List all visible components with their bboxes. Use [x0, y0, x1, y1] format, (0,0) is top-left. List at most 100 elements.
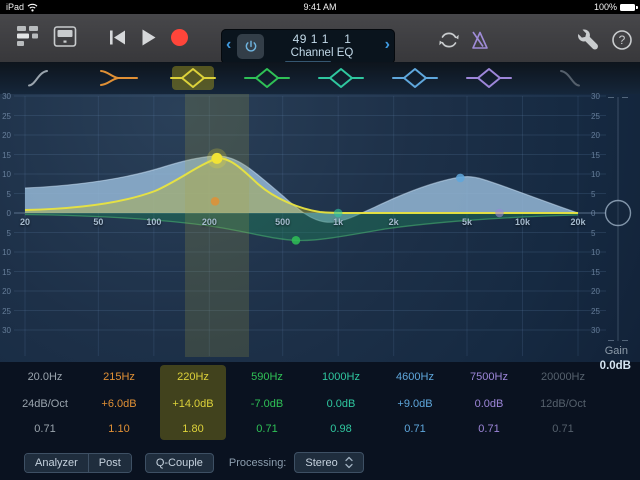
band-4-params[interactable]: 590Hz -7.0dB 0.71 [230, 362, 304, 445]
q-couple-button[interactable]: Q-Couple [145, 453, 214, 473]
band-7-gain[interactable]: 0.0dB [452, 398, 526, 410]
band-3-params[interactable]: 220Hz +14.0dB 1.80 [156, 362, 230, 445]
next-plugin-chevron[interactable]: › [385, 35, 390, 55]
band-7-type-button[interactable] [468, 66, 510, 90]
eq-plot [0, 94, 640, 362]
band-8-params[interactable]: 20000Hz 12dB/Oct 0.71 [526, 362, 600, 445]
freq-tick: 500 [269, 217, 297, 227]
plugin-name: Channel EQ [265, 47, 379, 59]
analyzer-button[interactable]: Analyzer [25, 454, 88, 472]
freq-tick: 20k [564, 217, 592, 227]
band-2-handle[interactable] [211, 197, 220, 206]
band-3-frequency[interactable]: 220Hz [156, 371, 230, 383]
db-tick-left: 25 [0, 112, 11, 121]
tracks-view-icon[interactable] [16, 25, 40, 48]
clock: 9:41 AM [0, 2, 640, 12]
band-2-params[interactable]: 215Hz +6.0dB 1.10 [82, 362, 156, 445]
select-chevrons-icon [345, 456, 353, 469]
band-4-gain[interactable]: -7.0dB [230, 398, 304, 410]
band-1-gain[interactable]: 24dB/Oct [8, 398, 82, 410]
band-6-type-button[interactable] [394, 66, 436, 90]
eq-graph[interactable]: 3030252520201515101055005510101515202025… [0, 94, 640, 362]
processing-select[interactable]: Stereo [294, 452, 363, 473]
io-drawer-icon[interactable] [53, 25, 77, 48]
band-1-type-button[interactable] [24, 66, 66, 90]
band-8-gain[interactable]: 12dB/Oct [526, 398, 600, 410]
band-7-frequency[interactable]: 7500Hz [452, 371, 526, 383]
previous-plugin-chevron[interactable]: ‹ [226, 35, 231, 55]
band-6-frequency[interactable]: 4600Hz [378, 371, 452, 383]
post-button[interactable]: Post [88, 454, 131, 472]
analyzer-segment-group: Analyzer Post [24, 453, 132, 473]
band-5-q-factor[interactable]: 0.98 [304, 423, 378, 435]
play-button[interactable] [142, 29, 156, 46]
band-4-type-button[interactable] [246, 66, 288, 90]
band-1-q-factor[interactable]: 0.71 [8, 423, 82, 435]
band-2-gain[interactable]: +6.0dB [82, 398, 156, 410]
footer-bar: Analyzer Post Q-Couple Processing: Stere… [0, 445, 640, 480]
band-6-handle[interactable] [456, 174, 465, 183]
band-3-type-button[interactable] [172, 66, 214, 90]
gain-slider-handle[interactable] [606, 201, 631, 226]
band-8-q-factor[interactable]: 0.71 [526, 423, 600, 435]
band-3-handle[interactable] [211, 153, 222, 164]
db-tick-left: 10 [0, 170, 11, 179]
band-2-q-factor[interactable]: 1.10 [82, 423, 156, 435]
band-6-q-factor[interactable]: 0.71 [378, 423, 452, 435]
band-7-params[interactable]: 7500Hz 0.0dB 0.71 [452, 362, 526, 445]
band-8-frequency[interactable]: 20000Hz [526, 371, 600, 383]
lcd-text[interactable]: 49 1 1 1 Channel EQ [265, 32, 379, 59]
band-1-params[interactable]: 20.0Hz 24dB/Oct 0.71 [8, 362, 82, 445]
freq-tick: 50 [84, 217, 112, 227]
db-tick-left: 5 [0, 229, 11, 238]
band-6-params[interactable]: 4600Hz +9.0dB 0.71 [378, 362, 452, 445]
db-tick-right: 5 [591, 190, 595, 199]
band-5-handle[interactable] [334, 209, 343, 218]
record-button[interactable] [171, 29, 188, 46]
band-3-q-factor[interactable]: 1.80 [156, 423, 230, 435]
help-icon[interactable]: ? [610, 28, 634, 52]
band-5-params[interactable]: 1000Hz 0.0dB 0.98 [304, 362, 378, 445]
db-tick-left: 30 [0, 92, 11, 101]
db-tick-right: 20 [591, 287, 600, 296]
band-4-handle[interactable] [292, 236, 301, 245]
gain-value[interactable]: 0.0dB [600, 360, 631, 372]
band-5-gain[interactable]: 0.0dB [304, 398, 378, 410]
metronome-icon[interactable] [468, 28, 492, 52]
freq-tick: 5k [453, 217, 481, 227]
freq-tick: 2k [380, 217, 408, 227]
db-tick-left: 30 [0, 326, 11, 335]
band-5-frequency[interactable]: 1000Hz [304, 371, 378, 383]
db-tick-left: 20 [0, 287, 11, 296]
band-3-gain[interactable]: +14.0dB [156, 398, 230, 410]
db-tick-left: 0 [0, 209, 11, 218]
band-6-gain[interactable]: +9.0dB [378, 398, 452, 410]
db-tick-right: 10 [591, 248, 600, 257]
rewind-button[interactable] [110, 30, 126, 45]
plugin-power-button[interactable] [237, 34, 264, 59]
band-slot [82, 62, 156, 94]
band-4-q-factor[interactable]: 0.71 [230, 423, 304, 435]
db-tick-left: 15 [0, 268, 11, 277]
band-7-handle[interactable] [495, 209, 504, 218]
wrench-settings-icon[interactable] [577, 28, 599, 51]
db-tick-left: 15 [0, 151, 11, 160]
garageband-channel-eq-screen: iPad 9:41 AM 100% [0, 0, 640, 480]
db-tick-left: 25 [0, 307, 11, 316]
db-tick-right: 25 [591, 307, 600, 316]
highpass-icon [17, 66, 73, 90]
band-5-type-button[interactable] [320, 66, 362, 90]
freq-tick: 1k [324, 217, 352, 227]
band-1-frequency[interactable]: 20.0Hz [8, 371, 82, 383]
gain-slider[interactable] [606, 97, 631, 341]
band-8-type-button[interactable] [542, 66, 584, 90]
db-tick-right: 25 [591, 112, 600, 121]
band-7-q-factor[interactable]: 0.71 [452, 423, 526, 435]
band-2-frequency[interactable]: 215Hz [82, 371, 156, 383]
band-2-type-button[interactable] [98, 66, 140, 90]
bell-icon [239, 66, 295, 90]
status-bar: iPad 9:41 AM 100% [0, 0, 640, 14]
processing-value: Stereo [305, 457, 337, 469]
band-4-frequency[interactable]: 590Hz [230, 371, 304, 383]
cycle-loop-icon[interactable] [437, 28, 461, 52]
